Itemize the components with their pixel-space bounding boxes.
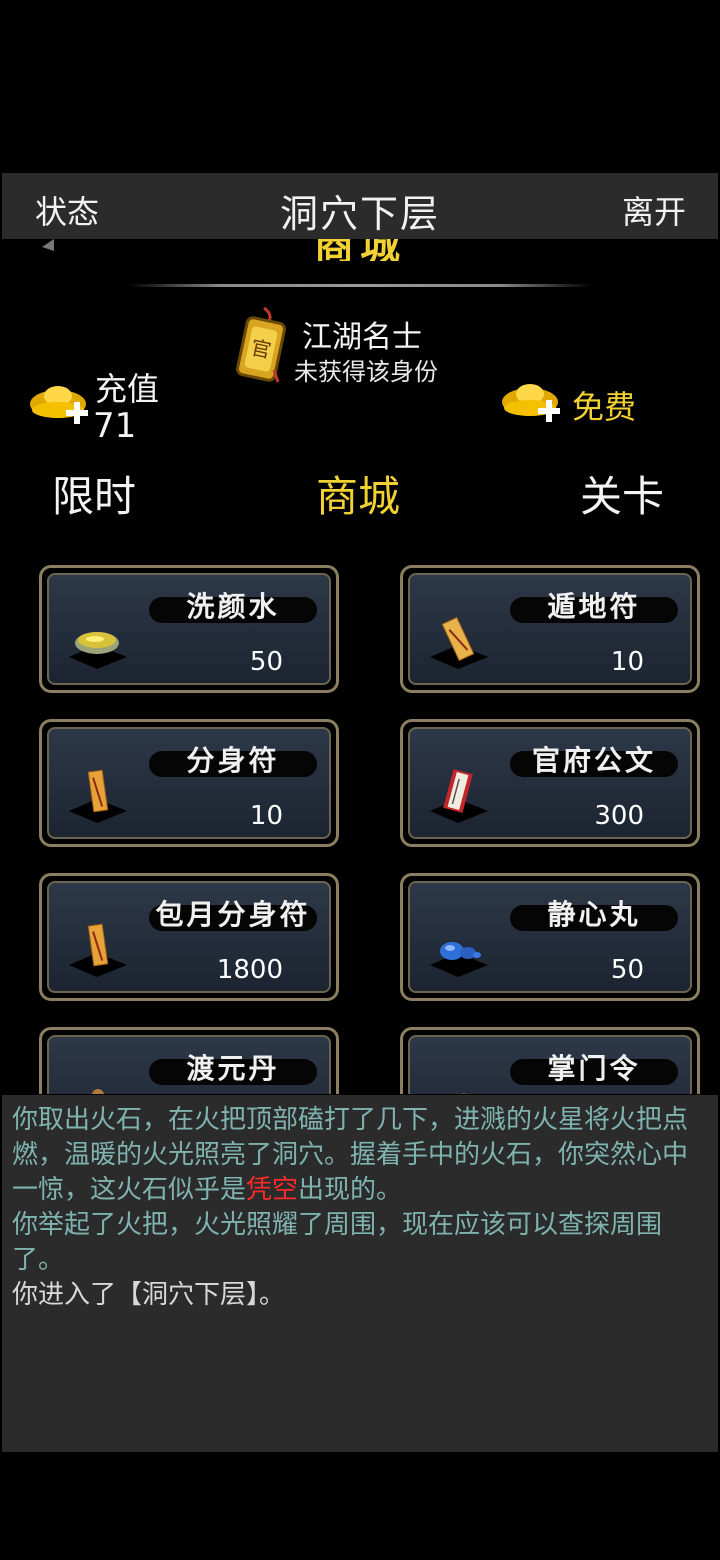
item-card[interactable]: 包月分身符 1800 (39, 873, 339, 1001)
card-panel: 掌门令 (408, 1035, 692, 1094)
item-name: 洗颜水 (186, 590, 280, 623)
item-price: 10 (249, 801, 283, 831)
card-panel: 遁地符 10 (408, 573, 692, 685)
item-card[interactable]: 掌门令 (400, 1027, 700, 1094)
talisman-icon (69, 923, 127, 977)
currency-amount: 71 (93, 406, 137, 446)
item-name: 掌门令 (547, 1052, 641, 1085)
item-name: 遁地符 (547, 590, 641, 623)
identity-name: 江湖名士 (302, 320, 422, 355)
card-panel: 静心丸 50 (408, 881, 692, 993)
bowl-icon (69, 632, 127, 669)
tab-level[interactable]: 关卡 (580, 463, 664, 524)
document-icon (430, 769, 488, 823)
item-grid: 洗颜水 50 遁地符 10 分身符 10 官府公文 300 包月分身符 1800… (0, 560, 720, 1094)
item-price: 50 (249, 647, 283, 677)
item-price: 1800 (216, 955, 283, 985)
talisman-icon (430, 616, 488, 669)
top-bar: 状态 洞穴下层 离开 (2, 173, 718, 239)
log-entry: 你取出火石，在火把顶部磕打了几下，进溅的火星将火把点燃，温暖的火光照亮了洞穴。握… (12, 1105, 689, 1205)
tab-limited[interactable]: 限时 (52, 463, 136, 524)
item-name: 官府公文 (531, 744, 656, 777)
item-card[interactable]: 遁地符 10 (400, 565, 700, 693)
item-price: 50 (610, 955, 644, 985)
card-panel: 洗颜水 50 (47, 573, 331, 685)
recharge-gold-icon[interactable] (28, 380, 98, 432)
item-name: 静心丸 (547, 898, 641, 931)
identity-badge-icon[interactable]: 官 (234, 304, 292, 384)
leave-button[interactable]: 离开 (622, 187, 686, 233)
recharge-button[interactable]: 充值 (95, 364, 159, 410)
highlight-text: 凭空 (246, 1175, 299, 1205)
card-panel: 分身符 10 (47, 727, 331, 839)
log-entry: 你举起了火把，火光照耀了周围，现在应该可以查探周围了。 (12, 1210, 663, 1275)
tab-shop[interactable]: 商城 (316, 463, 400, 524)
card-panel: 渡元丹 (47, 1035, 331, 1094)
message-log[interactable]: 你取出火石，在火把顶部磕打了几下，进溅的火星将火把点燃，温暖的火光照亮了洞穴。握… (2, 1095, 718, 1452)
shop-title: 商城 (0, 239, 720, 261)
item-price: 10 (610, 647, 644, 677)
card-panel: 官府公文 300 (408, 727, 692, 839)
card-panel: 包月分身符 1800 (47, 881, 331, 993)
divider (128, 284, 592, 287)
item-card[interactable]: 官府公文 300 (400, 719, 700, 847)
item-card[interactable]: 静心丸 50 (400, 873, 700, 1001)
location-title: 洞穴下层 (279, 192, 440, 236)
item-card[interactable]: 洗颜水 50 (39, 565, 339, 693)
token-icon (446, 1093, 476, 1094)
item-card[interactable]: 分身符 10 (39, 719, 339, 847)
free-gold-icon[interactable] (500, 378, 570, 430)
log-entry: 你进入了【洞穴下层】。 (12, 1280, 286, 1310)
item-card[interactable]: 渡元丹 (39, 1027, 339, 1094)
item-name: 包月分身符 (155, 898, 311, 931)
item-name: 分身符 (186, 744, 280, 777)
item-price: 300 (594, 801, 644, 831)
talisman-icon (69, 769, 127, 823)
identity-status: 未获得该身份 (294, 358, 438, 386)
shop-title-text: 商城 (0, 239, 720, 261)
gourd-icon (92, 1089, 104, 1094)
item-name: 渡元丹 (186, 1052, 280, 1085)
pill-icon (430, 942, 488, 977)
free-button[interactable]: 免费 (572, 382, 636, 428)
